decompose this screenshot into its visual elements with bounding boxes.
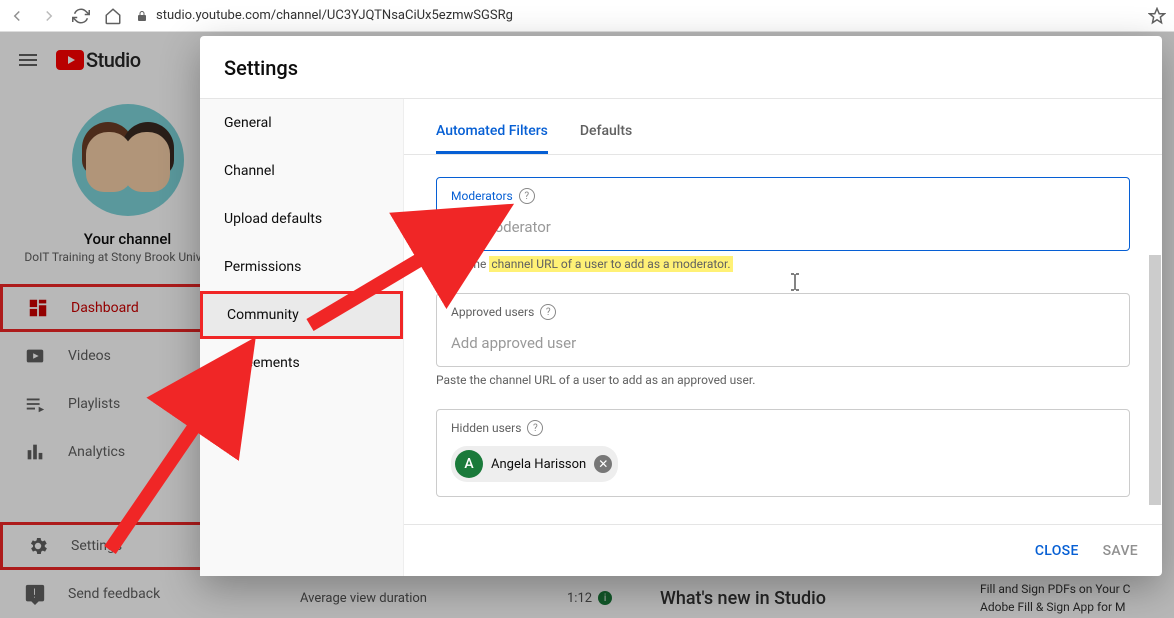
modal-sidebar: General Channel Upload defaults Permissi… (200, 99, 404, 576)
modal-footer: CLOSE SAVE (404, 524, 1162, 576)
hidden-user-chip: A Angela Harisson ✕ (451, 446, 618, 482)
approved-label: Approved users (451, 305, 534, 319)
back-icon[interactable] (8, 7, 26, 25)
chip-name: Angela Harisson (491, 457, 586, 472)
chip-remove-icon[interactable]: ✕ (594, 455, 612, 473)
moderators-label: Moderators (451, 189, 513, 203)
modal-nav-agreements[interactable]: Agreements (200, 339, 403, 387)
forward-icon[interactable] (40, 7, 58, 25)
modal-title: Settings (200, 36, 1162, 98)
tab-automated-filters[interactable]: Automated Filters (436, 109, 548, 154)
approved-input[interactable] (451, 334, 1115, 352)
modal-nav-permissions[interactable]: Permissions (200, 243, 403, 291)
star-icon[interactable] (1148, 7, 1166, 25)
modal-nav-general[interactable]: General (200, 99, 403, 147)
lock-icon (136, 10, 148, 22)
help-icon[interactable]: ? (540, 304, 556, 320)
scrollbar-thumb[interactable] (1149, 255, 1161, 505)
modal-nav-upload-defaults[interactable]: Upload defaults (200, 195, 403, 243)
reload-icon[interactable] (72, 7, 90, 25)
browser-toolbar: studio.youtube.com/channel/UC3YJQTNsaCiU… (0, 0, 1174, 32)
help-icon[interactable]: ? (519, 188, 535, 204)
moderators-input[interactable] (451, 218, 1115, 236)
chip-avatar: A (455, 450, 483, 478)
hidden-label: Hidden users (451, 421, 521, 435)
moderators-field[interactable]: Moderators ? (436, 177, 1130, 251)
helper-pre: Paste the (436, 257, 489, 271)
tab-defaults[interactable]: Defaults (580, 109, 632, 154)
help-icon[interactable]: ? (527, 420, 543, 436)
home-icon[interactable] (104, 7, 122, 25)
modal-main: Automated Filters Defaults Moderators ? … (404, 99, 1162, 576)
url-text: studio.youtube.com/channel/UC3YJQTNsaCiU… (156, 8, 513, 23)
address-bar[interactable]: studio.youtube.com/channel/UC3YJQTNsaCiU… (136, 8, 513, 23)
close-button[interactable]: CLOSE (1035, 543, 1079, 559)
modal-nav-community[interactable]: Community (200, 291, 403, 339)
modal-nav-channel[interactable]: Channel (200, 147, 403, 195)
modal-content-scroll[interactable]: Moderators ? Paste the channel URL of a … (404, 155, 1162, 524)
hidden-users-field[interactable]: Hidden users ? A Angela Harisson ✕ (436, 409, 1130, 497)
tabs: Automated Filters Defaults (404, 109, 1162, 155)
save-button[interactable]: SAVE (1103, 543, 1138, 559)
approved-helper: Paste the channel URL of a user to add a… (436, 373, 1130, 387)
settings-modal: Settings General Channel Upload defaults… (200, 36, 1162, 576)
helper-highlight: channel URL of a user to add as a modera… (489, 256, 732, 272)
approved-users-field[interactable]: Approved users ? (436, 293, 1130, 367)
moderators-helper: Paste the channel URL of a user to add a… (436, 257, 1130, 271)
